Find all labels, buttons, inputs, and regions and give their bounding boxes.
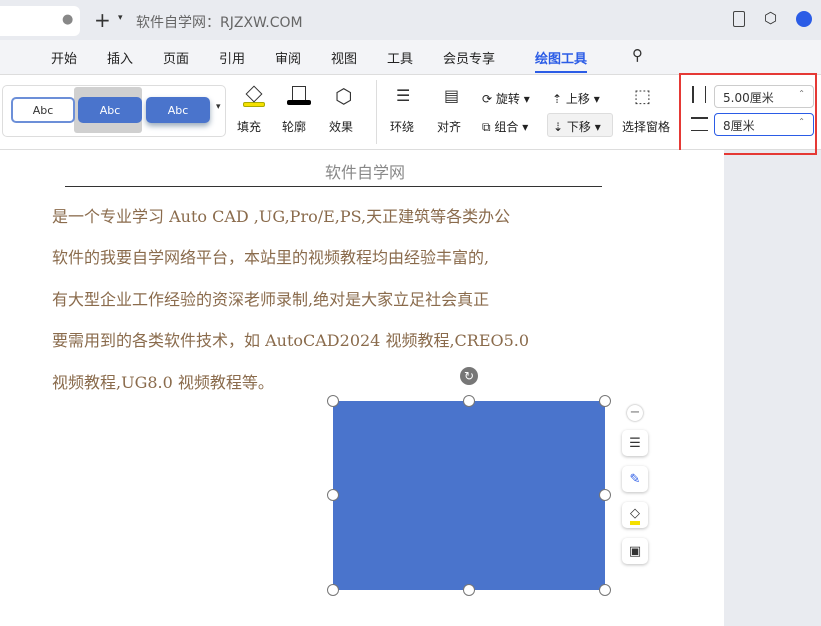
new-tab-button[interactable]: +	[94, 8, 111, 32]
align-button[interactable]: 对齐	[437, 118, 461, 135]
rotate-label: 旋转	[495, 92, 520, 106]
shape-style-3[interactable]: Abc	[146, 97, 210, 123]
outline-icon	[287, 86, 311, 108]
group-button[interactable]: ⧉ 组合 ▾	[482, 118, 528, 135]
rotate-button[interactable]: ⟳ 旋转 ▾	[482, 90, 530, 107]
height-icon	[692, 86, 706, 103]
doc-line: 要需用到的各类软件技术，如 AutoCAD2024 视频教程,CREO5.0	[52, 331, 530, 350]
move-up-button[interactable]: ⇡ 上移 ▾	[552, 90, 600, 107]
gallery-more-icon[interactable]: ▾	[216, 102, 221, 112]
fill-icon	[243, 85, 265, 108]
menu-tools[interactable]: 工具	[387, 48, 413, 67]
selection-pane-button[interactable]: 选择窗格	[622, 118, 670, 135]
move-down-button[interactable]: ⇣ 下移 ▾	[547, 113, 613, 137]
shape-height-input[interactable]: 5.00厘米 ⌃	[714, 85, 814, 108]
title-rule	[65, 186, 602, 187]
collapse-icon[interactable]: −	[627, 405, 643, 421]
brush-icon: ✎	[629, 471, 641, 487]
height-value: 5.00厘米	[723, 91, 774, 105]
doc-line: 是一个专业学习 Auto CAD ,UG,Pro/E,PS,天正建筑等各类办公	[52, 207, 511, 226]
wrap-button[interactable]: 环绕	[390, 118, 414, 135]
doc-line: 视频教程,UG8.0 视频教程等。	[52, 373, 274, 392]
device-icon[interactable]	[733, 11, 745, 27]
style-brush-button[interactable]: ✎	[622, 466, 648, 492]
resize-handle[interactable]	[599, 489, 611, 501]
menu-review[interactable]: 审阅	[275, 48, 301, 67]
doc-line: 有大型企业工作经验的资深老师录制,绝对是大家立足社会真正	[52, 290, 490, 309]
effect-icon: ⬡	[335, 84, 353, 108]
resize-handle[interactable]	[327, 584, 339, 596]
shape-width-input[interactable]: 8厘米 ⌃	[714, 113, 814, 136]
current-tab[interactable]: ●	[0, 6, 80, 36]
cube-icon[interactable]: ⬡	[764, 9, 777, 27]
site-title: 软件自学网：RJZXW.COM	[136, 15, 303, 31]
effect-button[interactable]: 效果	[329, 118, 353, 135]
resize-handle[interactable]	[599, 395, 611, 407]
fill-float-button[interactable]: ◇	[622, 502, 648, 528]
wrap-float-button[interactable]: ☰	[622, 430, 648, 456]
search-icon[interactable]: ⚲	[632, 46, 643, 64]
rectangle-shape[interactable]	[333, 401, 605, 590]
resize-handle[interactable]	[463, 584, 475, 596]
fill-icon: ◇	[630, 506, 640, 525]
tab-bar	[0, 0, 821, 40]
rotate-handle-icon[interactable]: ↻	[460, 367, 478, 385]
shape-style-1[interactable]: Abc	[11, 97, 75, 123]
outline-icon: ▣	[628, 543, 642, 559]
move-down-label: 下移	[566, 120, 591, 134]
fill-button[interactable]: 填充	[237, 118, 261, 135]
selection-pane-icon: ⬚	[634, 86, 652, 107]
shape-style-2[interactable]: Abc	[78, 97, 142, 123]
menu-start[interactable]: 开始	[51, 48, 77, 67]
group-label: 组合	[494, 120, 519, 134]
menu-insert[interactable]: 插入	[107, 48, 133, 67]
wrap-icon: ☰	[396, 86, 411, 105]
menu-member[interactable]: 会员专享	[443, 48, 495, 67]
outline-button[interactable]: 轮廓	[282, 118, 306, 135]
resize-handle[interactable]	[599, 584, 611, 596]
user-avatar-icon[interactable]	[796, 11, 812, 27]
width-value: 8厘米	[723, 119, 755, 133]
menu-page[interactable]: 页面	[163, 48, 189, 67]
width-icon	[691, 117, 708, 131]
outline-float-button[interactable]: ▣	[622, 538, 648, 564]
move-up-label: 上移	[565, 92, 590, 106]
resize-handle[interactable]	[327, 489, 339, 501]
chevron-down-icon[interactable]: ▾	[118, 13, 123, 23]
resize-handle[interactable]	[327, 395, 339, 407]
menu-reference[interactable]: 引用	[219, 48, 245, 67]
resize-handle[interactable]	[463, 395, 475, 407]
align-icon: ▤	[444, 86, 460, 105]
menu-drawing-tools[interactable]: 绘图工具	[535, 48, 588, 73]
menu-view[interactable]: 视图	[331, 48, 357, 67]
wrap-icon: ☰	[629, 435, 641, 451]
doc-title: 软件自学网	[324, 163, 405, 182]
tab-dot-icon[interactable]: ●	[62, 12, 73, 27]
doc-line: 软件的我要自学网络平台，本站里的视频教程均由经验丰富的,	[52, 248, 490, 267]
